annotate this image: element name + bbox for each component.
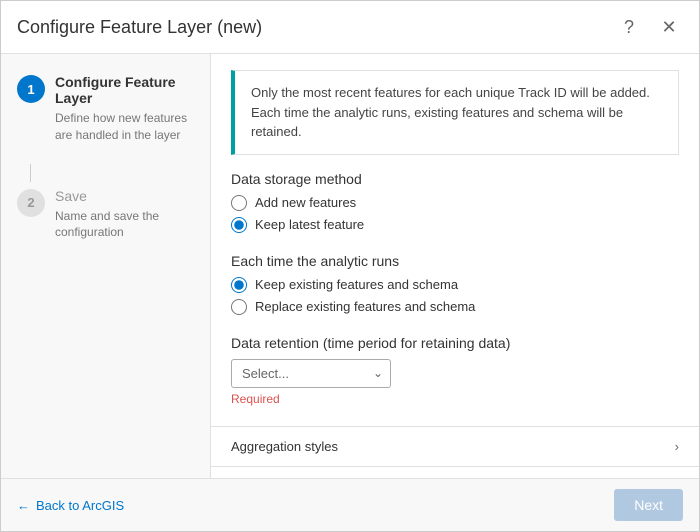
data-retention-group: Data retention (time period for retainin… <box>231 335 679 406</box>
step-2-content: Save Name and save the configuration <box>55 188 194 242</box>
back-to-arcgis-link[interactable]: ← Back to ArcGIS <box>17 498 124 513</box>
radio-keep-existing-label: Keep existing features and schema <box>255 277 458 292</box>
analytic-runs-label: Each time the analytic runs <box>231 253 679 269</box>
form-section: Data storage method Add new features Kee… <box>211 171 699 426</box>
radio-replace-existing-input[interactable] <box>231 299 247 315</box>
data-retention-label: Data retention (time period for retainin… <box>231 335 679 351</box>
close-button[interactable]: ✕ <box>655 13 683 41</box>
content-area: Only the most recent features for each u… <box>211 54 699 478</box>
radio-add-new-input[interactable] <box>231 195 247 211</box>
help-button[interactable]: ? <box>615 13 643 41</box>
next-button[interactable]: Next <box>614 489 683 521</box>
step-2: 2 Save Name and save the configuration <box>17 188 194 242</box>
radio-keep-latest[interactable]: Keep latest feature <box>231 217 679 233</box>
aggregation-styles-row[interactable]: Aggregation styles › <box>211 427 699 467</box>
step-1-content: Configure Feature Layer Define how new f… <box>55 74 194 144</box>
radio-add-new[interactable]: Add new features <box>231 195 679 211</box>
step-2-desc: Name and save the configuration <box>55 208 194 242</box>
back-arrow-icon: ← <box>17 498 30 513</box>
analytic-runs-group: Each time the analytic runs Keep existin… <box>231 253 679 315</box>
step-1-number: 1 <box>17 75 45 103</box>
main-layout: 1 Configure Feature Layer Define how new… <box>1 54 699 478</box>
step-1: 1 Configure Feature Layer Define how new… <box>17 74 194 144</box>
radio-add-new-label: Add new features <box>255 195 356 210</box>
step-1-desc: Define how new features are handled in t… <box>55 110 194 144</box>
sidebar: 1 Configure Feature Layer Define how new… <box>1 54 211 478</box>
info-text: Only the most recent features for each u… <box>251 85 650 139</box>
collapsible-sections: Aggregation styles › Editor tracking › <box>211 426 699 479</box>
dialog-title: Configure Feature Layer (new) <box>17 17 262 38</box>
info-box: Only the most recent features for each u… <box>231 70 679 155</box>
data-retention-select[interactable]: Select... <box>231 359 391 388</box>
back-link-label: Back to ArcGIS <box>36 498 124 513</box>
footer: ← Back to ArcGIS Next <box>1 478 699 531</box>
radio-keep-latest-input[interactable] <box>231 217 247 233</box>
step-divider <box>30 164 31 182</box>
editor-tracking-row[interactable]: Editor tracking › <box>211 467 699 479</box>
aggregation-styles-chevron-icon: › <box>675 439 679 454</box>
radio-keep-existing-input[interactable] <box>231 277 247 293</box>
aggregation-styles-label: Aggregation styles <box>231 439 338 454</box>
data-storage-group: Data storage method Add new features Kee… <box>231 171 679 233</box>
dialog-header: Configure Feature Layer (new) ? ✕ <box>1 1 699 54</box>
select-wrapper: Select... ⌄ <box>231 359 391 388</box>
radio-keep-existing[interactable]: Keep existing features and schema <box>231 277 679 293</box>
step-2-title: Save <box>55 188 194 204</box>
required-text: Required <box>231 392 679 406</box>
header-actions: ? ✕ <box>615 13 683 41</box>
step-1-title: Configure Feature Layer <box>55 74 194 106</box>
radio-keep-latest-label: Keep latest feature <box>255 217 364 232</box>
data-storage-label: Data storage method <box>231 171 679 187</box>
radio-replace-existing-label: Replace existing features and schema <box>255 299 475 314</box>
radio-replace-existing[interactable]: Replace existing features and schema <box>231 299 679 315</box>
step-2-number: 2 <box>17 189 45 217</box>
